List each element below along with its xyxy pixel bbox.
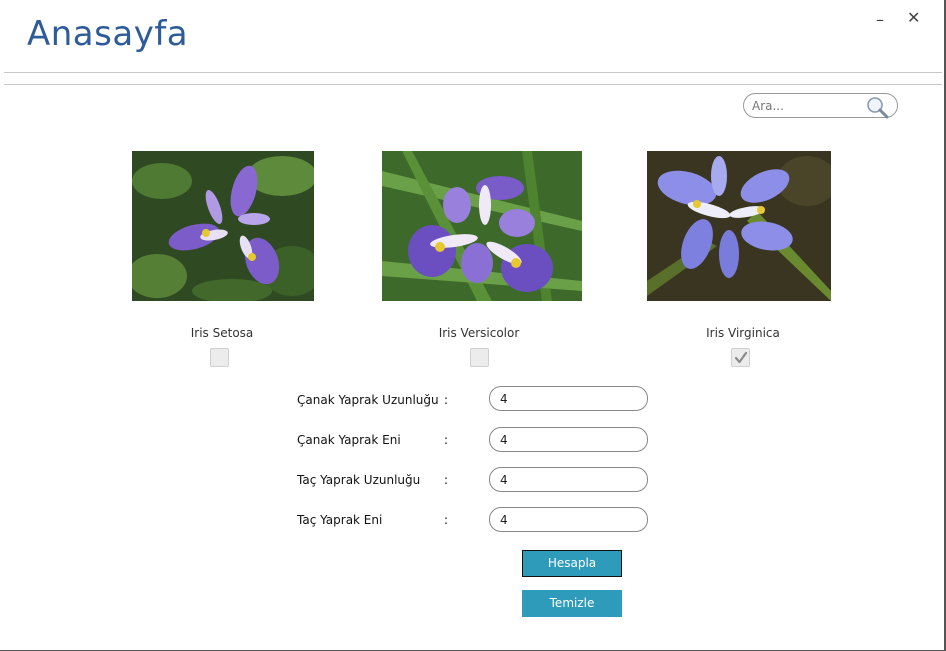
search-box[interactable]	[743, 93, 898, 119]
checkbox-setosa[interactable]	[210, 348, 229, 367]
checkmark-icon	[734, 351, 748, 364]
header-divider	[4, 72, 942, 73]
petal-length-label: Taç Yaprak Uzunluğu	[297, 473, 421, 487]
checkbox-versicolor[interactable]	[470, 348, 489, 367]
petal-width-colon: :	[444, 513, 449, 527]
iris-setosa-image	[132, 151, 314, 301]
petal-width-input[interactable]	[489, 507, 648, 532]
iris-versicolor-image	[382, 151, 582, 301]
sepal-length-label: Çanak Yaprak Uzunluğu	[297, 393, 439, 407]
sepal-length-colon: :	[444, 393, 449, 407]
iris-virginica-image	[647, 151, 831, 301]
calculate-button[interactable]: Hesapla	[522, 550, 622, 577]
main-window: Anasayfa – ✕ Ara... Iris Setosa Iris Ver…	[0, 0, 946, 651]
flower-name-setosa: Iris Setosa	[190, 326, 254, 340]
minimize-button[interactable]: –	[876, 12, 884, 28]
sepal-length-input[interactable]	[489, 386, 648, 411]
petal-width-label: Taç Yaprak Eni	[297, 513, 383, 527]
close-button[interactable]: ✕	[907, 10, 920, 26]
flower-name-versicolor: Iris Versicolor	[438, 326, 520, 340]
header-divider-lower	[4, 84, 942, 85]
petal-length-colon: :	[444, 473, 449, 487]
sepal-width-label: Çanak Yaprak Eni	[297, 433, 401, 447]
search-icon[interactable]	[865, 95, 889, 119]
flower-name-virginica: Iris Virginica	[706, 326, 780, 340]
petal-length-input[interactable]	[489, 467, 648, 492]
search-input[interactable]	[752, 98, 862, 114]
sepal-width-input[interactable]	[489, 427, 648, 452]
checkbox-virginica[interactable]	[731, 348, 750, 367]
page-title: Anasayfa	[27, 14, 189, 54]
clear-button[interactable]: Temizle	[522, 590, 622, 617]
sepal-width-colon: :	[444, 433, 449, 447]
